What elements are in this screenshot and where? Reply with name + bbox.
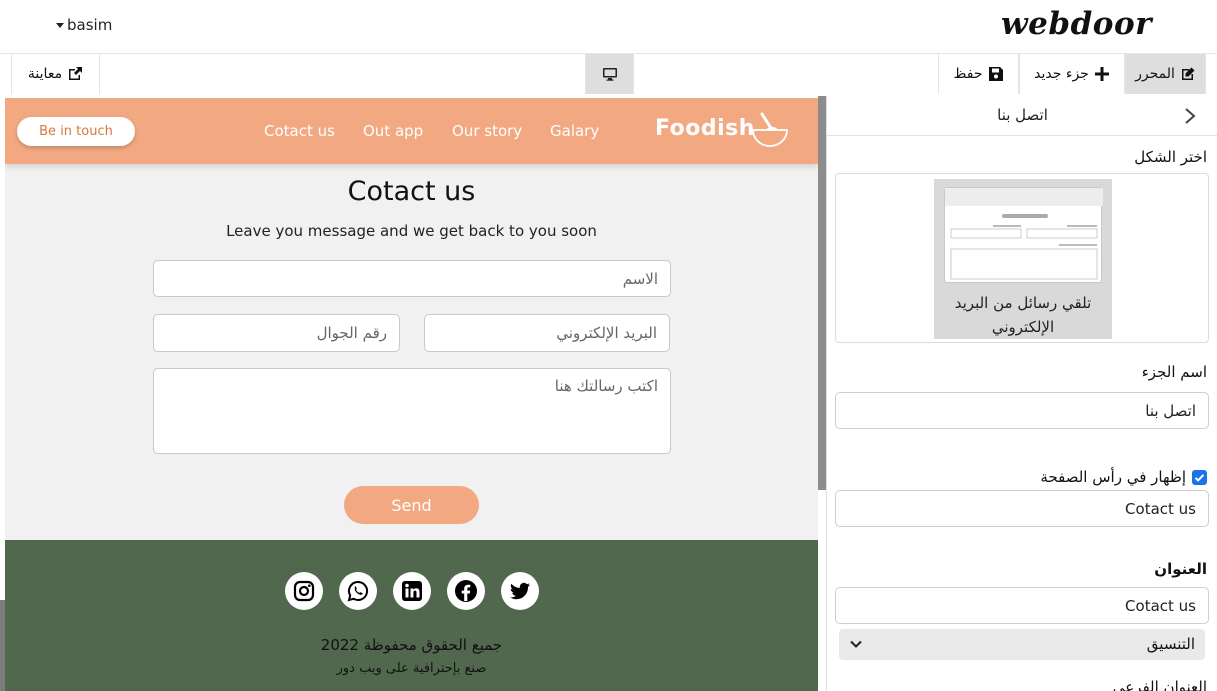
name-placeholder: الاسم (622, 269, 658, 288)
title-input[interactable]: Cotact us (835, 587, 1209, 624)
layout-option-caption: تلقي رسائل من البريد الإلكتروني (934, 291, 1112, 339)
user-menu[interactable]: basim (56, 16, 112, 34)
external-link-icon (69, 67, 83, 80)
preview-button[interactable]: معاينة (11, 54, 100, 94)
check-icon (1194, 473, 1205, 482)
plus-icon (1094, 67, 1109, 81)
choose-layout-label: اختر الشكل (1134, 148, 1207, 166)
save-button[interactable]: حفظ (938, 54, 1019, 94)
subtitle-label: العنوان الفرعي (1112, 678, 1207, 691)
bowl-icon (752, 112, 788, 147)
save-label: حفظ (953, 66, 983, 82)
phone-field[interactable]: رقم الجوال (153, 314, 400, 352)
top-bar: basim webdoor (0, 0, 1217, 54)
editor-toolbar: المحرر جزء جديد حفظ معاينة (0, 54, 1217, 96)
caret-down-icon (56, 22, 64, 28)
preview-scrollbar[interactable] (818, 96, 826, 490)
new-section-label: جزء جديد (1034, 66, 1089, 82)
show-in-header-row[interactable]: إظهار في رأس الصفحة (1040, 468, 1207, 486)
phone-placeholder: رقم الجوال (316, 324, 387, 342)
instagram-icon[interactable] (285, 572, 323, 610)
nav-link-app[interactable]: Out app (363, 122, 423, 140)
send-button[interactable]: Send (344, 486, 479, 524)
site-brand[interactable]: Foodish (655, 116, 755, 141)
format-dropdown[interactable]: التنسيق (839, 629, 1205, 660)
linkedin-icon[interactable] (393, 572, 431, 610)
email-placeholder: البريد الإلكتروني (556, 324, 657, 342)
header-text-input[interactable]: Cotact us (835, 490, 1209, 527)
new-section-button[interactable]: جزء جديد (1019, 54, 1125, 94)
site-preview: Be in touch Cotact us Out app Our story … (5, 98, 818, 691)
facebook-icon[interactable] (447, 572, 485, 610)
show-in-header-label: إظهار في رأس الصفحة (1040, 468, 1186, 486)
made-by-text: صنع بإحترافية على ويب دور (336, 661, 487, 676)
twitter-icon[interactable] (501, 572, 539, 610)
panel-header: اتصل بنا (827, 96, 1217, 136)
editor-tab-button[interactable]: المحرر (1125, 54, 1206, 94)
title-label: العنوان (1154, 560, 1207, 578)
site-footer: جميع الحقوق محفوظة 2022 صنع بإحترافية عل… (5, 540, 818, 691)
layout-thumbnail (944, 187, 1103, 283)
app-logo: webdoor (1001, 6, 1152, 42)
layout-picker: تلقي رسائل من البريد الإلكتروني (835, 173, 1209, 343)
message-placeholder: اكتب رسالتك هنا (554, 377, 658, 395)
editor-tab-label: المحرر (1135, 66, 1175, 82)
floppy-disk-icon (988, 67, 1003, 81)
desktop-icon (602, 68, 617, 81)
layout-caption-line2: الإلكتروني (991, 318, 1055, 336)
site-navbar: Be in touch Cotact us Out app Our story … (5, 98, 818, 164)
name-field[interactable]: الاسم (153, 260, 671, 297)
title-value: Cotact us (1125, 596, 1196, 615)
show-in-header-checkbox[interactable] (1192, 469, 1207, 485)
copyright-text: جميع الحقوق محفوظة 2022 (320, 636, 503, 654)
preview-edge (0, 600, 5, 691)
contact-subtitle: Leave you message and we get back to you… (226, 222, 597, 240)
user-name: basim (67, 16, 113, 34)
section-name-label: اسم الجزء (1141, 363, 1207, 381)
section-name-value: اتصل بنا (1145, 401, 1196, 420)
nav-link-gallery[interactable]: Galary (550, 122, 599, 140)
header-text-value: Cotact us (1125, 499, 1196, 518)
layout-option-email[interactable]: تلقي رسائل من البريد الإلكتروني (934, 179, 1112, 339)
nav-link-story[interactable]: Our story (452, 122, 522, 140)
settings-panel: اتصل بنا اختر الشكل تلقي رسائل من البريد (826, 96, 1217, 691)
preview-label: معاينة (27, 66, 63, 82)
format-label: التنسيق (1146, 635, 1195, 653)
layout-caption-line1: تلقي رسائل من البريد (954, 294, 1092, 312)
message-field[interactable]: اكتب رسالتك هنا (153, 368, 671, 454)
nav-link-contact[interactable]: Cotact us (264, 122, 335, 140)
chevron-down-icon (850, 640, 862, 648)
email-field[interactable]: البريد الإلكتروني (424, 314, 670, 352)
whatsapp-icon[interactable] (339, 572, 377, 610)
chevron-right-icon[interactable] (1183, 108, 1197, 124)
contact-title: Cotact us (347, 176, 476, 207)
section-name-input[interactable]: اتصل بنا (835, 392, 1209, 429)
be-in-touch-button[interactable]: Be in touch (17, 117, 135, 146)
desktop-view-button[interactable] (585, 54, 634, 94)
edit-icon (1181, 67, 1195, 80)
panel-title: اتصل بنا (997, 106, 1048, 124)
